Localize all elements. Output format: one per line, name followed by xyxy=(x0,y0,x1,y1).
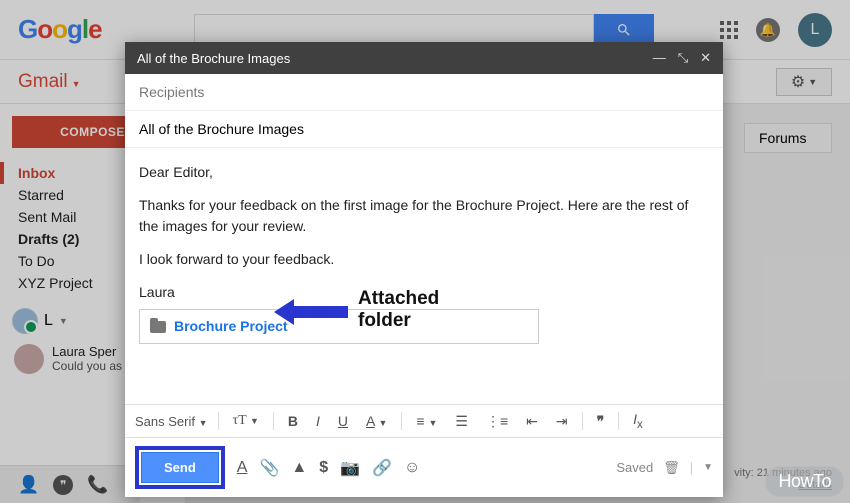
send-button[interactable]: Send xyxy=(141,452,219,483)
body-greeting: Dear Editor, xyxy=(139,162,709,183)
compose-header[interactable]: All of the Brochure Images — ⤡ ✕ xyxy=(125,42,723,74)
send-highlight: Send xyxy=(135,446,225,489)
format-toolbar: Sans Serif ▼ τT ▼ B I U A ▼ ≡ ▼ ☰ ⋮≡ ⇤ ⇥… xyxy=(125,404,723,438)
close-icon[interactable]: ✕ xyxy=(700,50,711,66)
bullet-list-button[interactable]: ⋮≡ xyxy=(482,413,512,430)
expand-icon[interactable]: ⤡ xyxy=(678,50,688,66)
attachment-chip[interactable]: Brochure Project xyxy=(139,309,539,344)
text-color-button[interactable]: A ▼ xyxy=(362,413,391,429)
numbered-list-button[interactable]: ☰ xyxy=(451,413,472,430)
link-icon[interactable]: 🔗 xyxy=(372,458,392,478)
compose-title: All of the Brochure Images xyxy=(137,51,290,66)
indent-more-button[interactable]: ⇥ xyxy=(552,413,572,430)
recipients-field[interactable]: Recipients xyxy=(125,74,723,111)
emoji-icon[interactable]: ☺ xyxy=(404,459,420,477)
folder-icon xyxy=(150,321,166,333)
align-button[interactable]: ≡ ▼ xyxy=(412,413,441,429)
compose-body[interactable]: Dear Editor, Thanks for your feedback on… xyxy=(125,148,723,404)
font-size-button[interactable]: τT ▼ xyxy=(229,413,263,429)
body-p1: Thanks for your feedback on the first im… xyxy=(139,195,709,237)
clear-format-button[interactable]: Ix xyxy=(629,411,647,431)
underline-button[interactable]: U xyxy=(334,413,352,429)
bold-button[interactable]: B xyxy=(284,413,302,429)
send-row: Send A 📎 ▲ $ 📷 🔗 ☺ Saved 🗑 | ▼ xyxy=(125,438,723,497)
discard-icon[interactable]: 🗑 xyxy=(663,460,680,476)
more-options-icon[interactable]: ▼ xyxy=(703,462,713,473)
font-select[interactable]: Sans Serif ▼ xyxy=(135,414,208,429)
money-icon[interactable]: $ xyxy=(319,459,328,477)
watermark: HowTo xyxy=(765,466,844,497)
attach-icon[interactable]: 📎 xyxy=(259,458,279,478)
body-sign: Laura xyxy=(139,282,709,303)
saved-label: Saved xyxy=(616,460,653,475)
italic-button[interactable]: I xyxy=(312,413,324,429)
drive-icon[interactable]: ▲ xyxy=(291,459,307,477)
compose-window: All of the Brochure Images — ⤡ ✕ Recipie… xyxy=(125,42,723,497)
formatting-toggle-icon[interactable]: A xyxy=(237,459,248,477)
minimize-icon[interactable]: — xyxy=(653,50,666,66)
photo-icon[interactable]: 📷 xyxy=(340,458,360,478)
indent-less-button[interactable]: ⇤ xyxy=(522,413,542,430)
subject-field[interactable]: All of the Brochure Images xyxy=(125,111,723,148)
attachment-name: Brochure Project xyxy=(174,316,288,337)
quote-button[interactable]: ❞ xyxy=(593,413,609,430)
body-p2: I look forward to your feedback. xyxy=(139,249,709,270)
